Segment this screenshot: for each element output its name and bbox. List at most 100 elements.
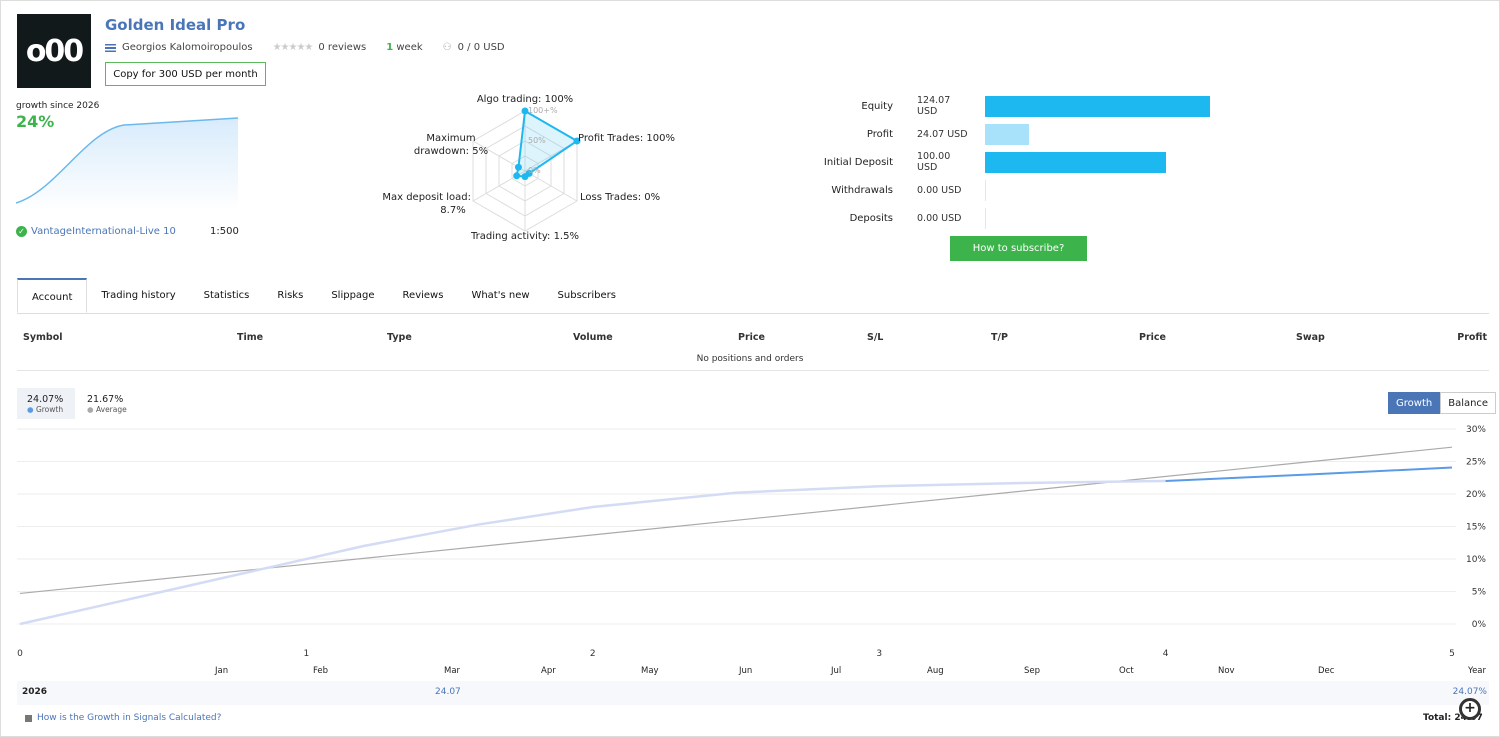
month-header: Oct <box>1119 666 1134 676</box>
growth-since-label: growth since 2026 <box>16 101 100 111</box>
balance-value: 0.00 USD <box>917 184 962 196</box>
broker-link[interactable]: VantageInternational-Live 10 <box>31 226 176 237</box>
month-header: Apr <box>541 666 556 676</box>
y-tick-label: 25% <box>1466 458 1486 468</box>
growth-line-history <box>19 479 1166 626</box>
reviews-link[interactable]: 0 reviews <box>318 42 366 53</box>
age-unit: week <box>396 42 423 53</box>
growth-button[interactable]: Growth <box>1388 392 1441 414</box>
divider <box>17 370 1489 371</box>
month-header: Nov <box>1218 666 1235 676</box>
radar-label-line: Maximum <box>426 133 475 144</box>
month-header: Sep <box>1024 666 1041 676</box>
y-tick-label: 30% <box>1466 425 1486 435</box>
leverage: 1:500 <box>210 226 239 237</box>
balance-bar <box>985 179 986 201</box>
month-header: Aug <box>927 666 944 676</box>
x-tick-label: 2 <box>590 649 596 659</box>
radar-label: Trading activity: 1.5% <box>470 231 579 242</box>
month-header: May <box>641 666 659 676</box>
year-total-value[interactable]: 24.07% <box>1453 687 1487 697</box>
subscribers-icon: ⚇ <box>442 42 452 53</box>
radar-point <box>513 172 521 180</box>
radar-label-line: Max deposit load: <box>382 192 471 203</box>
y-tick-label: 5% <box>1472 588 1487 598</box>
mini-growth-chart <box>16 117 239 211</box>
tab-risks[interactable]: Risks <box>263 278 317 313</box>
col-price: Price <box>738 332 765 343</box>
year-row: 2026 24.07 24.07% <box>17 681 1489 705</box>
legend-average[interactable]: 21.67% ● Average <box>87 394 127 414</box>
x-tick-label: 5 <box>1449 649 1455 659</box>
legend-growth[interactable]: 24.07% ● Growth <box>17 388 75 419</box>
x-tick-label: 4 <box>1163 649 1169 659</box>
balance-button[interactable]: Balance <box>1440 392 1497 414</box>
col-swap: Swap <box>1296 332 1325 343</box>
month-header: Mar <box>444 666 461 676</box>
balance-row: Withdrawals 0.00 USD <box>801 179 986 201</box>
radar-label: Loss Trades: 0% <box>580 192 660 203</box>
average-line <box>19 446 1453 595</box>
zoom-in-icon[interactable]: + <box>1459 698 1481 720</box>
radar-label: Profit Trades: 100% <box>578 133 675 144</box>
signal-meta: Georgios Kalomoiropoulos ★★★★★ 0 reviews… <box>105 42 505 53</box>
balance-bar <box>985 95 1210 117</box>
balance-label: Profit <box>866 128 893 140</box>
growth-line <box>1165 466 1453 482</box>
balance-label: Deposits <box>849 212 893 224</box>
balance-bar <box>985 207 986 229</box>
balance-label: Withdrawals <box>831 184 893 196</box>
tab-statistics[interactable]: Statistics <box>190 278 264 313</box>
age-number: 1 <box>386 42 394 53</box>
radar-chart: 100+% 50% 0% Algo trading: 100% Profit Trade… <box>382 94 675 242</box>
month-header: Jan <box>215 666 229 676</box>
balance-row: Profit 24.07 USD <box>801 123 1029 145</box>
signal-title[interactable]: Golden Ideal Pro <box>105 16 245 34</box>
balance-row: Equity 124.07 USD <box>801 95 1210 117</box>
verified-check-icon: ✓ <box>16 226 27 237</box>
tab-whats-new[interactable]: What's new <box>457 278 543 313</box>
balance-value: 24.07 USD <box>917 128 968 140</box>
tab-bar: Account Trading history Statistics Risks… <box>17 278 1489 314</box>
calculator-icon <box>25 714 32 722</box>
no-positions-text: No positions and orders <box>696 354 804 364</box>
growth-calc-link[interactable]: How is the Growth in Signals Calculated? <box>37 713 221 723</box>
copy-button[interactable]: Copy for 300 USD per month <box>105 62 266 86</box>
col-profit: Profit <box>1457 332 1487 343</box>
signal-logo: o00 <box>17 14 91 88</box>
col-type: Type <box>387 332 412 343</box>
balance-bar <box>985 151 1167 173</box>
average-legend-label: Average <box>95 405 127 414</box>
col-time: Time <box>237 332 264 343</box>
month-header: Dec <box>1318 666 1335 676</box>
average-legend-value: 21.67% <box>87 394 124 405</box>
balance-value: 100.00 USD <box>917 151 951 173</box>
balance-bar <box>985 123 1029 145</box>
rating-stars-icon: ★★★★★ <box>272 42 314 53</box>
how-to-subscribe-button[interactable]: How to subscribe? <box>950 236 1087 261</box>
growth-legend-value: 24.07% <box>27 394 64 405</box>
radar-label-line: 8.7% <box>440 205 465 216</box>
mar-value[interactable]: 24.07 <box>435 687 461 697</box>
y-tick-label: 20% <box>1466 490 1486 500</box>
radar-tick: 100+% <box>528 106 558 115</box>
tab-trading-history[interactable]: Trading history <box>87 278 189 313</box>
tab-slippage[interactable]: Slippage <box>317 278 388 313</box>
tab-account[interactable]: Account <box>17 278 88 313</box>
growth-chart: 0% 5% 10% 15% 20% 25% 30% 0 1 2 3 4 5 <box>17 425 1487 659</box>
balance-row: Deposits 0.00 USD <box>801 207 986 229</box>
positions-table-header: Symbol Time Type Volume Price S/L T/P Pr… <box>17 327 1489 349</box>
balance-value: 124.07 USD <box>917 95 951 117</box>
x-tick-label: 3 <box>876 649 882 659</box>
radar-shape <box>515 109 579 178</box>
y-tick-label: 10% <box>1466 555 1486 565</box>
month-header: Year <box>1468 666 1486 676</box>
author-link[interactable]: Georgios Kalomoiropoulos <box>122 42 253 53</box>
radar-label: Max deposit load: 8.7% <box>382 192 471 216</box>
balance-row: Initial Deposit 100.00 USD <box>801 151 1167 173</box>
tab-reviews[interactable]: Reviews <box>389 278 458 313</box>
chart-mode-toggle: Growth Balance <box>1388 392 1497 414</box>
x-tick-label: 1 <box>304 649 310 659</box>
tab-subscribers[interactable]: Subscribers <box>544 278 630 313</box>
mini-area <box>16 118 238 211</box>
